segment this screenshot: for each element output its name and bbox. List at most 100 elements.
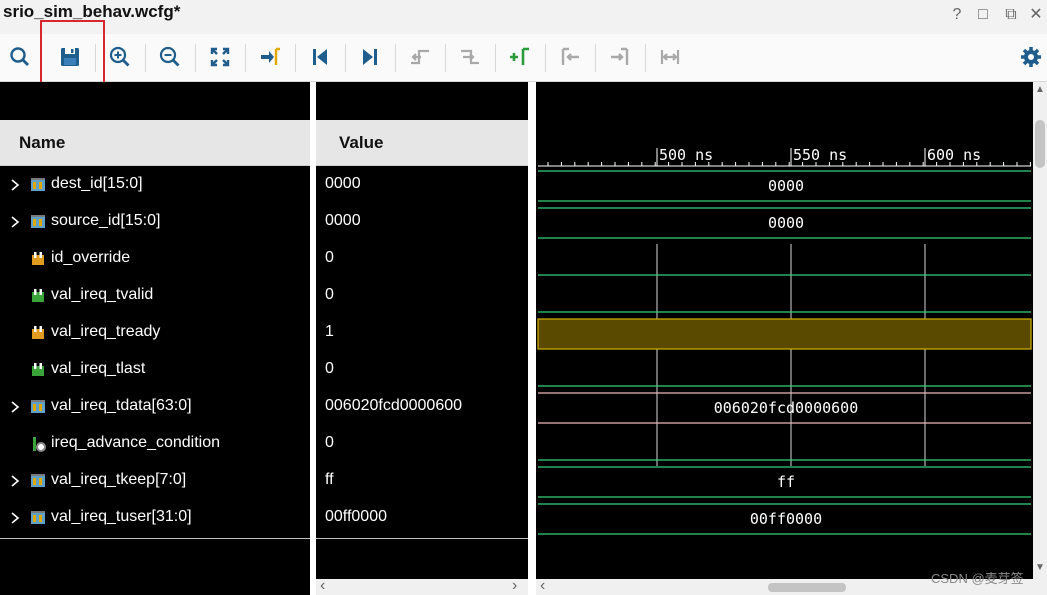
- bit-signal-icon: [30, 325, 46, 341]
- pane-splitter[interactable]: [528, 82, 536, 595]
- scroll-left-icon[interactable]: ‹: [320, 577, 325, 595]
- search-icon[interactable]: [5, 42, 35, 72]
- bus-signal-icon: [30, 177, 46, 193]
- signal-value-row[interactable]: 0: [316, 241, 528, 278]
- next-transition-icon[interactable]: [455, 42, 485, 72]
- waveform-vertical-scrollbar[interactable]: ▲ ▼: [1033, 82, 1047, 579]
- signal-name: val_ireq_tdata[63:0]: [51, 397, 192, 414]
- signal-name: val_ireq_tready: [51, 323, 161, 340]
- signal-row[interactable]: val_ireq_tdata[63:0]: [0, 389, 310, 426]
- scroll-up-icon[interactable]: ▲: [1035, 84, 1045, 95]
- signal-value-row[interactable]: 00ff0000: [316, 500, 528, 537]
- signal-name: ireq_advance_condition: [51, 434, 221, 451]
- float-icon[interactable]: ⧉: [1002, 6, 1020, 24]
- bus-value-label: 00ff0000: [750, 510, 822, 528]
- bus-signal-icon: [30, 510, 46, 526]
- toolbar-separator: [595, 44, 596, 72]
- row-divider: [0, 538, 310, 539]
- time-tick-label: 600 ns: [927, 146, 981, 164]
- signal-value-row[interactable]: 0: [316, 426, 528, 463]
- signal-row[interactable]: val_ireq_tuser[31:0]: [0, 500, 310, 537]
- waveform-toolbar: [0, 34, 1047, 82]
- signal-value: ff: [325, 471, 334, 488]
- restore-icon[interactable]: □: [974, 6, 992, 24]
- signal-row[interactable]: val_ireq_tready: [0, 315, 310, 352]
- signal-value-row[interactable]: 0: [316, 278, 528, 315]
- go-to-cursor-icon[interactable]: [255, 42, 285, 72]
- value-pane-scrollbar[interactable]: ‹ ›: [316, 577, 528, 595]
- signal-name: val_ireq_tkeep[7:0]: [51, 471, 187, 488]
- settings-icon[interactable]: [1016, 42, 1046, 72]
- bus-signal-icon: [30, 399, 46, 415]
- time-tick-label: 550 ns: [793, 146, 847, 164]
- signal-row[interactable]: val_ireq_tkeep[7:0]: [0, 463, 310, 500]
- bit-signal-icon: [30, 288, 46, 304]
- toolbar-separator: [445, 44, 446, 72]
- signal-value: 0: [325, 249, 334, 266]
- toolbar-separator: [245, 44, 246, 72]
- close-icon[interactable]: ✕: [1027, 6, 1045, 24]
- signal-row[interactable]: source_id[15:0]: [0, 204, 310, 241]
- next-marker-icon[interactable]: [605, 42, 635, 72]
- waveform-canvas[interactable]: 500 ns 550 ns 600 ns 0000 0000 006020fcd00006…: [536, 82, 1033, 579]
- signal-value-row[interactable]: 1: [316, 315, 528, 352]
- bit-signal-icon: [30, 251, 46, 267]
- zoom-fit-icon[interactable]: [205, 42, 235, 72]
- scroll-right-icon[interactable]: ›: [512, 577, 517, 595]
- zoom-out-icon[interactable]: [155, 42, 185, 72]
- bit-signal-icon: [30, 436, 46, 452]
- signal-value: 0: [325, 286, 334, 303]
- signal-value: 0000: [325, 212, 361, 229]
- chevron-right-icon[interactable]: [8, 177, 22, 193]
- signal-name: val_ireq_tvalid: [51, 286, 154, 303]
- bus-value-label: 006020fcd0000600: [714, 399, 859, 417]
- go-to-time-zero-icon[interactable]: [305, 42, 335, 72]
- signal-name: id_override: [51, 249, 131, 266]
- bus-value-label: 0000: [768, 214, 804, 232]
- toolbar-separator: [395, 44, 396, 72]
- signal-value-row[interactable]: 0000: [316, 204, 528, 241]
- signal-value-row[interactable]: 0000: [316, 167, 528, 204]
- chevron-right-icon[interactable]: [8, 473, 22, 489]
- value-column-header[interactable]: Value: [316, 120, 528, 166]
- bus-signal-icon: [30, 473, 46, 489]
- waveform-area[interactable]: 500 ns 550 ns 600 ns 0000 0000 006020fcd00006…: [536, 82, 1033, 579]
- toolbar-separator: [195, 44, 196, 72]
- scroll-down-icon[interactable]: ▼: [1035, 562, 1045, 573]
- previous-marker-icon[interactable]: [555, 42, 585, 72]
- time-tick-label: 500 ns: [659, 146, 713, 164]
- toolbar-separator: [645, 44, 646, 72]
- signal-value-row[interactable]: 006020fcd0000600: [316, 389, 528, 426]
- name-pane-topband: [0, 82, 310, 120]
- bus-signal-icon: [30, 214, 46, 230]
- vertical-scroll-thumb[interactable]: [1035, 120, 1045, 168]
- value-pane-topband: [316, 82, 528, 120]
- scroll-left-icon[interactable]: ‹: [540, 577, 545, 595]
- name-column-header[interactable]: Name: [0, 120, 310, 166]
- toolbar-separator: [295, 44, 296, 72]
- signal-row[interactable]: dest_id[15:0]: [0, 167, 310, 204]
- add-marker-icon[interactable]: [505, 42, 535, 72]
- toolbar-separator: [345, 44, 346, 72]
- zoom-in-icon[interactable]: [105, 42, 135, 72]
- signal-row[interactable]: ireq_advance_condition: [0, 426, 310, 463]
- signal-row[interactable]: val_ireq_tvalid: [0, 278, 310, 315]
- bus-value-label: 0000: [768, 177, 804, 195]
- chevron-right-icon[interactable]: [8, 399, 22, 415]
- signal-name: source_id[15:0]: [51, 212, 161, 229]
- signal-value: 1: [325, 323, 334, 340]
- horizontal-scroll-thumb[interactable]: [768, 583, 846, 592]
- signal-row[interactable]: id_override: [0, 241, 310, 278]
- signal-value-row[interactable]: 0: [316, 352, 528, 389]
- signal-name: dest_id[15:0]: [51, 175, 143, 192]
- signal-value-pane: Value 0000 0000 0 0 1 0 006020fcd0000600 0 ff 00f…: [316, 82, 528, 595]
- go-to-last-time-icon[interactable]: [355, 42, 385, 72]
- chevron-right-icon[interactable]: [8, 214, 22, 230]
- previous-transition-icon[interactable]: [405, 42, 435, 72]
- help-icon[interactable]: ?: [948, 6, 966, 24]
- signal-value-row[interactable]: ff: [316, 463, 528, 500]
- signal-row[interactable]: val_ireq_tlast: [0, 352, 310, 389]
- swap-cursors-icon[interactable]: [655, 42, 685, 72]
- watermark-text: CSDN @麦芽签: [931, 571, 1024, 586]
- chevron-right-icon[interactable]: [8, 510, 22, 526]
